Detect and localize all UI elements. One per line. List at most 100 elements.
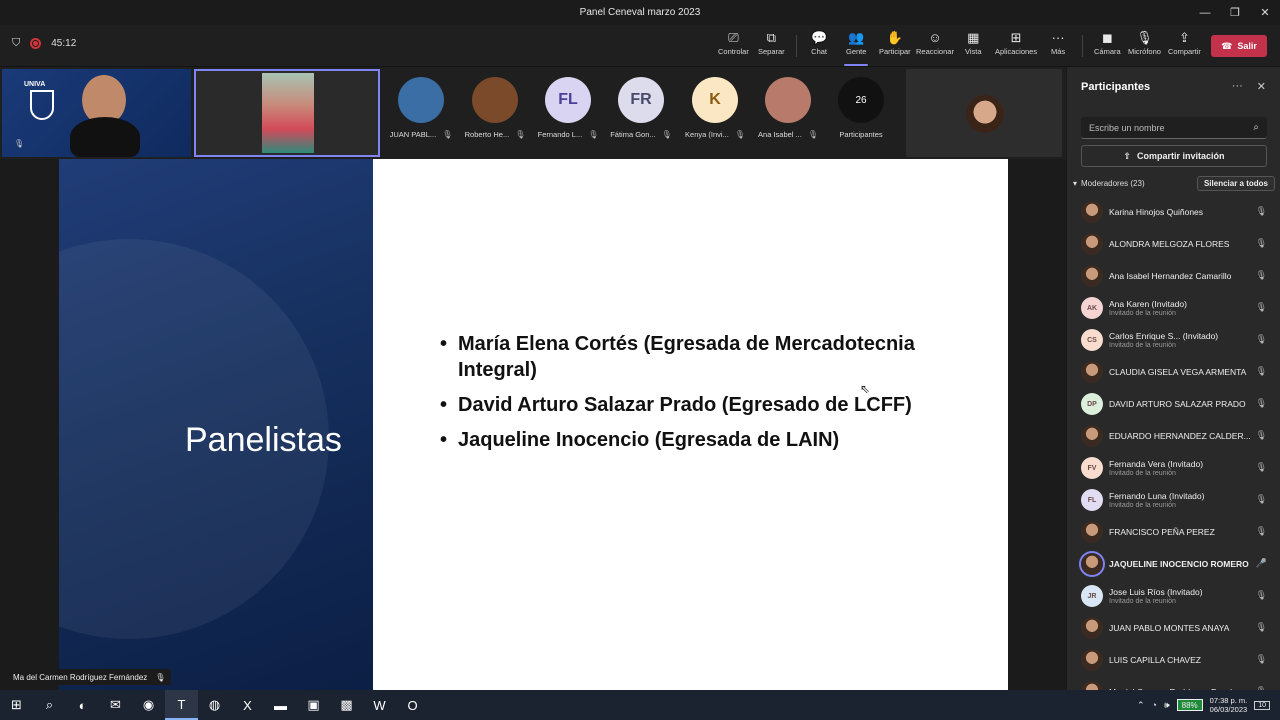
- mic-off-icon: 🎙: [661, 130, 672, 139]
- video-tile-participant[interactable]: [906, 69, 1062, 157]
- gallery-tile[interactable]: FR Fátima Gon... 🎙: [606, 77, 676, 157]
- participant-row[interactable]: FL Fernando Luna (Invitado) Invitado de la…: [1067, 484, 1280, 516]
- participant-row[interactable]: Karina Hinojos Quiñones 🎙: [1067, 196, 1280, 228]
- restore-button[interactable]: ❐: [1220, 0, 1250, 25]
- minimize-button[interactable]: —: [1190, 0, 1220, 25]
- network-icon[interactable]: ◔: [1152, 700, 1157, 710]
- pop-out-icon: ⧉: [766, 30, 776, 45]
- microphone-button[interactable]: 🎙 Micrófono: [1128, 29, 1161, 63]
- search-icon[interactable]: ⌕: [33, 690, 66, 720]
- participant-row[interactable]: DP DAVID ARTURO SALAZAR PRADO 🎙: [1067, 388, 1280, 420]
- meeting-timer: 45:12: [51, 38, 77, 49]
- participants-panel: Participantes ··· ✕ Escribe un nombre ⌕ …: [1066, 67, 1280, 690]
- leave-button[interactable]: ☎ Salir: [1211, 35, 1267, 57]
- video-tile-speaker[interactable]: [194, 69, 380, 157]
- close-window-button[interactable]: ✕: [1250, 0, 1280, 25]
- view-button[interactable]: ▦ Vista: [965, 29, 982, 63]
- share-invite-button[interactable]: ⇪ Compartir invitación: [1081, 145, 1267, 167]
- mail-icon[interactable]: ✉: [99, 690, 132, 720]
- participant-row[interactable]: LUIS CAPILLA CHAVEZ 🎙: [1067, 644, 1280, 676]
- taskbar-apps: ⊞ ⌕ ◐ ✉ ◉ T ◍ X ▬ ▣ ▩ W O: [0, 690, 429, 720]
- word-icon[interactable]: W: [363, 690, 396, 720]
- teams-icon[interactable]: T: [165, 690, 198, 720]
- more-button[interactable]: ··· Más: [1051, 29, 1065, 63]
- apps-icon: ⊞: [1010, 30, 1022, 45]
- outlook-icon[interactable]: O: [396, 690, 429, 720]
- gallery-tile[interactable]: Roberto He... 🎙: [460, 77, 530, 157]
- participant-row[interactable]: CLAUDIA GISELA VEGA ARMENTA 🎙: [1067, 356, 1280, 388]
- excel-icon[interactable]: X: [231, 690, 264, 720]
- participant-row[interactable]: ALONDRA MELGOZA FLORES 🎙: [1067, 228, 1280, 260]
- mic-off-icon: 🎙: [1255, 206, 1267, 216]
- participant-name: JAQUELINE INOCENCIO ROMERO: [1109, 559, 1249, 569]
- gallery-tile[interactable]: FL Fernando L... 🎙: [533, 77, 603, 157]
- media-icon[interactable]: ▣: [297, 690, 330, 720]
- participant-name: Fernanda Vera (Invitado): [1109, 459, 1204, 469]
- system-clock[interactable]: 07:38 p. m. 06/03/2023: [1210, 696, 1248, 714]
- battery-indicator[interactable]: 88%: [1176, 699, 1203, 711]
- gallery-tile[interactable]: K Kenya (Invi... 🎙: [680, 77, 750, 157]
- participant-row[interactable]: JR Jose Luis Ríos (Invitado) Invitado de l…: [1067, 580, 1280, 612]
- reaction-icon: ☺: [928, 30, 942, 45]
- participant-row[interactable]: FRANCISCO PEÑA PEREZ 🎙: [1067, 516, 1280, 548]
- participant-row[interactable]: AK Ana Karen (Invitado) Invitado de la reu…: [1067, 292, 1280, 324]
- gallery-tile[interactable]: Ana Isabel ... 🎙: [753, 77, 823, 157]
- avatar: FL: [545, 77, 591, 123]
- panel-close-icon[interactable]: ✕: [1257, 80, 1266, 93]
- photos-icon[interactable]: ▩: [330, 690, 363, 720]
- presenter-name-tag: Ma del Carmen Rodríguez Fernández 🎙: [7, 669, 172, 685]
- apps-button[interactable]: ⊞ Aplicaciones: [995, 29, 1037, 63]
- notification-icon[interactable]: 10: [1254, 700, 1270, 710]
- mic-off-icon: 🎙: [734, 130, 745, 139]
- chat-icon: 💬: [811, 30, 828, 45]
- mic-off-icon: 🎙: [807, 130, 818, 139]
- participant-search-input[interactable]: Escribe un nombre ⌕: [1081, 117, 1267, 139]
- participant-count-tile[interactable]: 26 Participantes: [826, 77, 896, 157]
- mute-all-button[interactable]: Silenciar a todos: [1196, 175, 1275, 191]
- pop-out-button[interactable]: ⧉ Separar: [758, 29, 785, 63]
- chat-button[interactable]: 💬 Chat: [811, 29, 827, 63]
- participant-row[interactable]: EDUARDO HERNANDEZ CALDER... 🎙: [1067, 420, 1280, 452]
- mic-off-icon: 🎙: [1136, 30, 1153, 45]
- people-button[interactable]: 👥 Gente: [843, 29, 869, 66]
- windows-start-icon[interactable]: ⊞: [0, 690, 33, 720]
- participant-name: Karina Hinojos Quiñones: [1109, 207, 1204, 217]
- control-button[interactable]: ⎚ Controlar: [718, 29, 749, 63]
- panel-more-icon[interactable]: ···: [1232, 80, 1243, 93]
- camera-button[interactable]: ◼ Cámara: [1094, 29, 1121, 63]
- participant-name: EDUARDO HERNANDEZ CALDER...: [1109, 431, 1251, 441]
- share-button[interactable]: ⇪ Compartir: [1168, 29, 1201, 63]
- chrome-icon[interactable]: ◉: [132, 690, 165, 720]
- gallery-tile[interactable]: JUAN PABL... 🎙: [386, 77, 456, 157]
- chevron-up-icon[interactable]: ⌃: [1137, 700, 1145, 711]
- avatar: [1081, 521, 1103, 543]
- univa-shield-icon: [30, 90, 54, 120]
- volume-icon[interactable]: 🕪: [1164, 700, 1170, 711]
- participant-list: Karina Hinojos Quiñones 🎙 ALONDRA MELGOZA …: [1067, 196, 1280, 690]
- participant-name: Ana Karen (Invitado): [1109, 299, 1187, 309]
- react-button[interactable]: ☺ Reaccionar: [916, 29, 954, 63]
- participant-row[interactable]: CS Carlos Enrique S... (Invitado) Invitado…: [1067, 324, 1280, 356]
- toolbar-divider: [1082, 35, 1083, 57]
- mic-off-icon: 🎙: [1255, 238, 1267, 248]
- edge-icon[interactable]: ◐: [66, 690, 99, 720]
- participant-row[interactable]: FV Fernanda Vera (Invitado) Invitado de la…: [1067, 452, 1280, 484]
- participant-row[interactable]: JUAN PABLO MONTES ANAYA 🎙: [1067, 612, 1280, 644]
- people-icon: 👥: [848, 30, 865, 45]
- file-explorer-icon[interactable]: ▬: [264, 690, 297, 720]
- participant-row[interactable]: Ma del Carmen Rodríguez Fernán...🎙: [1067, 676, 1280, 690]
- avatar: [1081, 649, 1103, 671]
- mic-on-icon: 🎤: [1255, 558, 1267, 568]
- shield-icon: ⛉: [12, 37, 21, 49]
- raise-hand-button[interactable]: ✋ Participar: [879, 29, 911, 63]
- mic-off-icon: 🎙: [1255, 494, 1267, 504]
- video-tile-presenter[interactable]: UNIVA 🎙: [2, 69, 191, 157]
- app-icon[interactable]: ◍: [198, 690, 231, 720]
- moderators-header[interactable]: ▾ Moderadores (23) Silenciar a todos: [1073, 175, 1275, 191]
- participant-row[interactable]: JAQUELINE INOCENCIO ROMERO 🎤: [1067, 548, 1280, 580]
- search-icon: ⌕: [1253, 122, 1259, 133]
- participant-role: Invitado de la reunión: [1109, 598, 1176, 605]
- presenter-body: [70, 117, 140, 157]
- avatar: FV: [1081, 457, 1103, 479]
- participant-row[interactable]: Ana Isabel Hernandez Camarillo 🎙: [1067, 260, 1280, 292]
